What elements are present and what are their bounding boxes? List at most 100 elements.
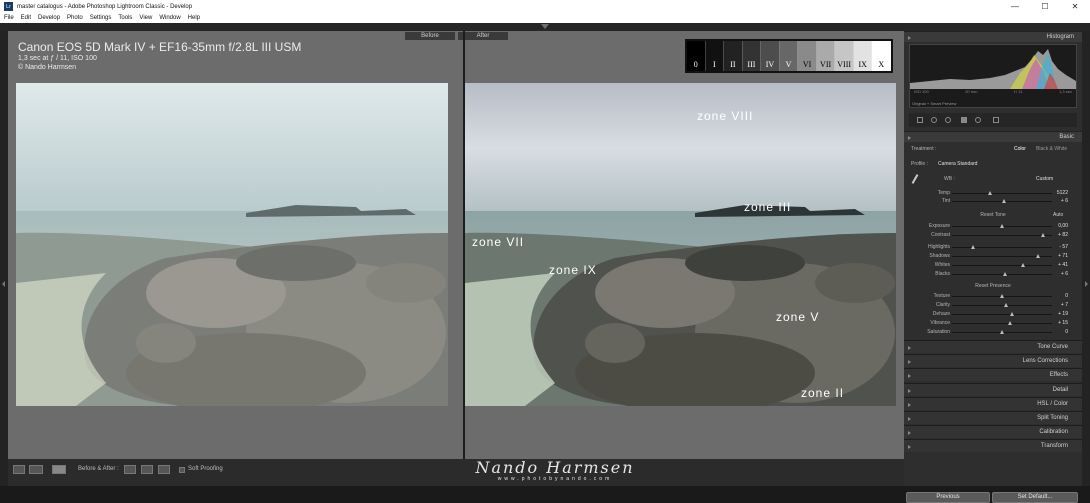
section-header[interactable]: Transform [904,439,1082,453]
slider-row[interactable]: Dehaze + 19 [904,310,1082,318]
expand-triangle-icon [908,374,911,379]
swap-before-after-button[interactable] [158,465,170,474]
treatment-bw-option[interactable]: Black & White [1036,146,1067,152]
top-panel-toggle-strip[interactable] [0,23,1090,31]
slider-thumb[interactable] [971,245,975,249]
slider-track[interactable] [952,274,1052,275]
slider-thumb[interactable] [1002,199,1006,203]
profile-dropdown[interactable]: Camera Standard [938,161,977,167]
menu-tools[interactable]: Tools [118,15,132,21]
slider-row[interactable]: Whites + 41 [904,261,1082,269]
slider-thumb[interactable] [1003,272,1007,276]
close-button[interactable]: ✕ [1060,0,1090,13]
menu-photo[interactable]: Photo [67,15,83,21]
spot-removal-tool-icon[interactable] [931,117,937,123]
after-photo[interactable]: zone VIII zone III zone VII zone IX zone… [465,83,896,406]
auto-tone-button[interactable]: Auto [1053,212,1063,218]
basic-title: Basic [1059,134,1074,140]
slider-value[interactable]: 0,00 [1058,223,1068,229]
slider-track[interactable] [952,193,1052,194]
slider-value[interactable]: + 41 [1058,262,1068,268]
slider-track[interactable] [952,235,1052,236]
histogram-header[interactable]: Histogram [904,31,1082,42]
eyedropper-icon[interactable] [911,174,919,184]
slider-value[interactable]: 0 [1065,293,1068,299]
slider-row[interactable]: Blacks + 6 [904,270,1082,278]
slider-value[interactable]: 5122 [1057,190,1068,196]
minimize-button[interactable]: — [1000,0,1030,13]
slider-track[interactable] [952,265,1052,266]
before-photo[interactable] [16,83,448,406]
histogram-chart[interactable]: ISO 100 20 mm f / 11 1,3 sec [909,44,1077,108]
slider-row[interactable]: Shadows + 71 [904,252,1082,260]
slider-value[interactable]: + 15 [1058,320,1068,326]
menu-settings[interactable]: Settings [90,15,112,21]
slider-thumb[interactable] [1000,294,1004,298]
menu-edit[interactable]: Edit [21,15,31,21]
slider-thumb[interactable] [1000,224,1004,228]
slider-track[interactable] [952,314,1052,315]
loupe-view-button[interactable] [13,465,25,474]
menu-view[interactable]: View [139,15,152,21]
slider-row[interactable]: Clarity + 7 [904,301,1082,309]
treatment-color-option[interactable]: Color [1014,146,1026,152]
copy-before-to-after-button[interactable] [124,465,136,474]
slider-thumb[interactable] [1010,312,1014,316]
slider-thumb[interactable] [988,191,992,195]
menu-develop[interactable]: Develop [38,15,60,21]
reference-view-button[interactable] [29,465,43,474]
slider-row[interactable]: Contrast + 82 [904,231,1082,239]
slider-track[interactable] [952,305,1052,306]
slider-thumb[interactable] [1041,233,1045,237]
section-header[interactable]: Tone Curve [904,340,1082,353]
slider-track[interactable] [952,323,1052,324]
slider-track[interactable] [952,247,1052,248]
slider-value[interactable]: + 6 [1061,198,1068,204]
radial-filter-tool-icon[interactable] [975,117,981,123]
menu-help[interactable]: Help [188,15,200,21]
menu-window[interactable]: Window [159,15,180,21]
section-header[interactable]: Calibration [904,425,1082,439]
maximize-button[interactable]: ☐ [1030,0,1060,13]
reset-presence-title[interactable]: Reset Presence [904,283,1082,289]
crop-tool-icon[interactable] [917,117,923,123]
slider-thumb[interactable] [1000,330,1004,334]
slider-thumb[interactable] [1021,263,1025,267]
copy-after-to-before-button[interactable] [141,465,153,474]
red-eye-tool-icon[interactable] [945,117,951,123]
before-after-mode-button[interactable] [52,465,66,474]
slider-row[interactable]: Highlights - 57 [904,243,1082,251]
menu-file[interactable]: File [4,15,14,21]
section-header[interactable]: Split Toning [904,411,1082,424]
slider-row[interactable]: Tint + 6 [904,197,1082,205]
set-default-button[interactable]: Set Default... [992,492,1078,503]
slider-value[interactable]: + 82 [1058,232,1068,238]
slider-value[interactable]: 0 [1065,329,1068,335]
left-panel-toggle[interactable] [0,31,8,486]
slider-row[interactable]: Saturation 0 [904,328,1082,336]
section-header[interactable]: Lens Corrections [904,354,1082,368]
slider-thumb[interactable] [1004,303,1008,307]
soft-proofing-checkbox[interactable] [179,467,185,473]
section-header[interactable]: HSL / Color [904,396,1082,410]
previous-button[interactable]: Previous [906,492,990,503]
basic-header[interactable]: Basic [904,131,1082,142]
slider-row[interactable]: Texture 0 [904,292,1082,300]
wb-dropdown[interactable]: Custom [1036,176,1053,182]
slider-thumb[interactable] [1036,254,1040,258]
slider-row[interactable]: Exposure 0,00 [904,222,1082,230]
adjustment-brush-tool-icon[interactable] [993,117,999,123]
slider-row[interactable]: Temp 5122 [904,189,1082,197]
slider-value[interactable]: + 71 [1058,253,1068,259]
right-panel-toggle[interactable] [1082,31,1090,486]
slider-value[interactable]: + 6 [1061,271,1068,277]
graduated-filter-tool-icon[interactable] [961,117,967,123]
slider-row[interactable]: Vibrance + 15 [904,319,1082,327]
slider-value[interactable]: - 57 [1059,244,1068,250]
right-arrow-icon [1085,281,1088,287]
section-header[interactable]: Detail [904,382,1082,396]
slider-thumb[interactable] [1008,321,1012,325]
slider-value[interactable]: + 7 [1061,302,1068,308]
slider-value[interactable]: + 19 [1058,311,1068,317]
section-header[interactable]: Effects [904,368,1082,382]
